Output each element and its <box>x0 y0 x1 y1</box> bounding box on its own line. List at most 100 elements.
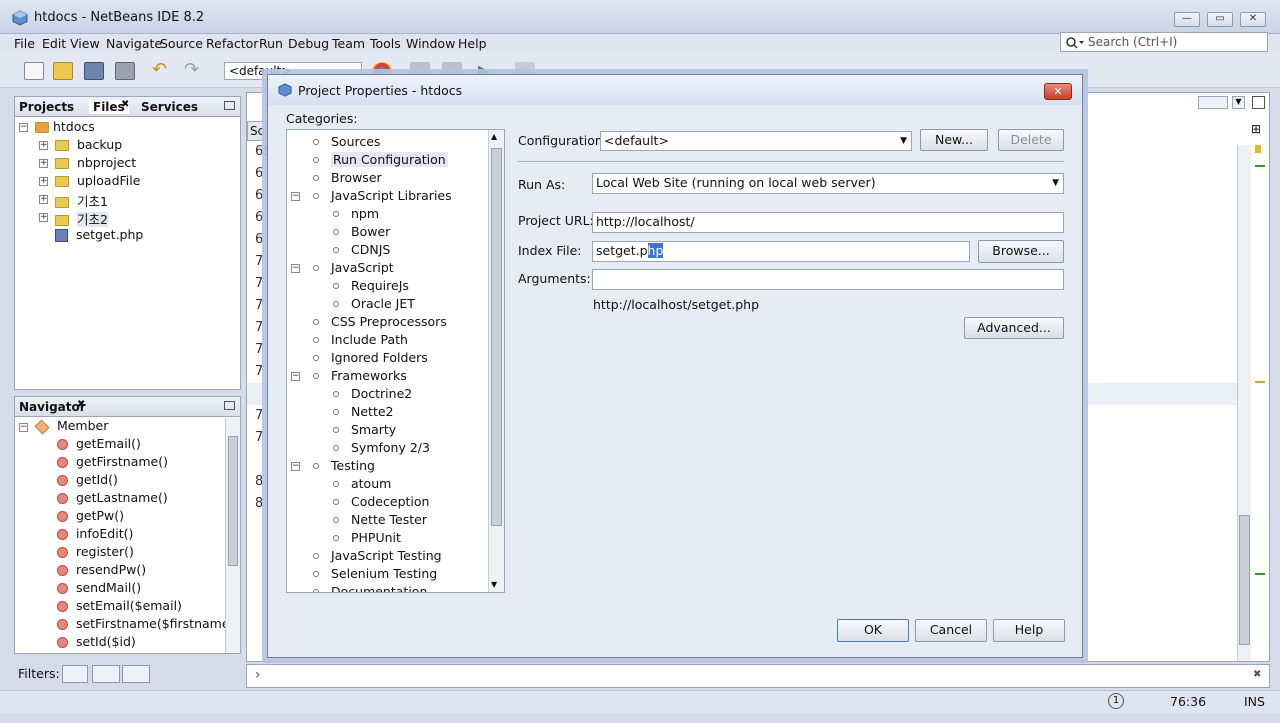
navigator-method[interactable]: sendMail() <box>57 580 141 595</box>
category-item[interactable]: Documentation <box>331 584 427 592</box>
editor-scrollbar[interactable] <box>1237 145 1251 661</box>
expand-output-icon[interactable]: › <box>255 667 261 683</box>
navigator-method[interactable]: getEmail() <box>57 436 141 451</box>
category-item[interactable]: npm <box>351 206 379 221</box>
tree-item-setget[interactable]: setget.php <box>55 227 143 242</box>
expand-icon[interactable]: + <box>39 159 48 168</box>
category-item[interactable]: PHPUnit <box>351 530 401 545</box>
configuration-combo[interactable]: <default> ▼ <box>600 131 912 151</box>
category-item[interactable]: JavaScript <box>331 260 394 275</box>
category-item[interactable]: Nette2 <box>351 404 394 419</box>
menu-source[interactable]: Source <box>160 36 203 51</box>
navigator-method[interactable]: setEmail($email) <box>57 598 182 613</box>
menu-window[interactable]: Window <box>406 36 455 51</box>
category-item[interactable]: CSS Preprocessors <box>331 314 447 329</box>
advanced-button[interactable]: Advanced... <box>964 317 1064 339</box>
navigator-method[interactable]: getLastname() <box>57 490 168 505</box>
category-item[interactable]: Ignored Folders <box>331 350 428 365</box>
expand-icon[interactable]: + <box>39 195 48 204</box>
menu-file[interactable]: File <box>14 36 35 51</box>
scrollbar-thumb[interactable] <box>228 436 238 566</box>
collapse-icon[interactable]: − <box>19 423 28 432</box>
filter-static-icon[interactable] <box>92 665 120 683</box>
category-item[interactable]: Testing <box>331 458 375 473</box>
menu-navigate[interactable]: Navigate <box>106 36 162 51</box>
menu-run[interactable]: Run <box>259 36 283 51</box>
category-item[interactable]: JavaScript Libraries <box>331 188 452 203</box>
categories-tree[interactable]: Sources Run Configuration Browser JavaScrip… <box>286 129 505 593</box>
category-item[interactable]: Doctrine2 <box>351 386 412 401</box>
tree-item-backup[interactable]: backup <box>55 137 122 152</box>
tree-item-basics1[interactable]: 기초1 <box>55 191 108 210</box>
tab-list-icon[interactable]: ▼ <box>1232 96 1245 109</box>
navigator-method[interactable]: getId() <box>57 472 118 487</box>
collapse-icon[interactable]: − <box>291 372 300 381</box>
expand-icon[interactable]: + <box>39 141 48 150</box>
navigator-scrollbar[interactable] <box>225 418 240 652</box>
navigator-method[interactable]: resendPw() <box>57 562 146 577</box>
search-input[interactable]: Search (Ctrl+I) <box>1060 32 1268 52</box>
undo-icon[interactable]: ↶ <box>152 61 172 80</box>
run-as-combo[interactable]: Local Web Site (running on local web ser… <box>592 173 1064 194</box>
expand-icon[interactable]: + <box>39 213 48 222</box>
filter-nonpublic-icon[interactable] <box>122 665 150 683</box>
new-file-icon[interactable] <box>24 62 44 80</box>
category-item[interactable]: CDNJS <box>351 242 390 257</box>
maximize-button[interactable]: ▭ <box>1207 12 1233 27</box>
navigator-method[interactable]: register() <box>57 544 134 559</box>
scroll-down-icon[interactable]: ▼ <box>491 580 497 589</box>
menu-refactor[interactable]: Refactor <box>206 36 258 51</box>
notifications-icon[interactable]: 1 <box>1108 693 1124 709</box>
delete-config-button[interactable]: Delete <box>998 129 1064 151</box>
minimize-panel-icon[interactable] <box>224 401 235 410</box>
navigator-method[interactable]: getPw() <box>57 508 124 523</box>
browse-button[interactable]: Browse... <box>978 240 1064 263</box>
category-item[interactable]: Include Path <box>331 332 408 347</box>
filter-fields-icon[interactable] <box>62 665 88 683</box>
close-tab-icon[interactable]: ✖ <box>121 99 129 110</box>
menu-view[interactable]: View <box>70 36 100 51</box>
dialog-close-button[interactable]: ✕ <box>1044 83 1072 100</box>
category-item[interactable]: Oracle JET <box>351 296 415 311</box>
index-file-input[interactable]: setget.php <box>592 241 970 262</box>
minimize-panel-icon[interactable] <box>224 101 235 110</box>
navigator-method[interactable]: setFirstname($firstname) <box>57 616 234 631</box>
category-item[interactable]: Codeception <box>351 494 429 509</box>
menu-edit[interactable]: Edit <box>42 36 66 51</box>
category-item[interactable]: Symfony 2/3 <box>351 440 430 455</box>
category-item[interactable]: Sources <box>331 134 380 149</box>
open-project-icon[interactable] <box>84 62 104 80</box>
minimize-button[interactable]: — <box>1174 12 1200 27</box>
tree-root-htdocs[interactable]: htdocs <box>35 119 95 134</box>
split-editor-icon[interactable]: ⊞ <box>1251 122 1261 136</box>
category-item[interactable]: Nette Tester <box>351 512 427 527</box>
tab-navigator[interactable]: Navigator <box>19 400 86 414</box>
category-item[interactable]: RequireJs <box>351 278 409 293</box>
collapse-icon[interactable]: − <box>19 123 28 132</box>
collapse-icon[interactable]: − <box>291 192 300 201</box>
project-url-input[interactable]: http://localhost/ <box>592 212 1064 233</box>
menu-tools[interactable]: Tools <box>370 36 401 51</box>
collapse-icon[interactable]: − <box>291 264 300 273</box>
category-item[interactable]: Run Configuration <box>331 152 448 167</box>
editor-tab[interactable]: Sc <box>247 121 269 141</box>
close-window-button[interactable]: ✕ <box>1240 12 1266 27</box>
categories-scrollbar[interactable]: ▲ ▼ <box>488 130 504 592</box>
save-all-icon[interactable] <box>115 62 135 80</box>
cancel-button[interactable]: Cancel <box>915 619 987 642</box>
category-item[interactable]: Selenium Testing <box>331 566 437 581</box>
tree-item-uploadfile[interactable]: uploadFile <box>55 173 140 188</box>
new-project-icon[interactable] <box>53 62 73 80</box>
navigator-method[interactable]: getFirstname() <box>57 454 168 469</box>
tab-services[interactable]: Services <box>141 100 198 114</box>
scrollbar-thumb[interactable] <box>1239 515 1250 645</box>
maximize-editor-icon[interactable] <box>1252 96 1265 109</box>
category-item[interactable]: Browser <box>331 170 382 185</box>
navigator-method[interactable]: setId($id) <box>57 634 136 649</box>
menu-debug[interactable]: Debug <box>288 36 329 51</box>
menu-team[interactable]: Team <box>332 36 365 51</box>
new-config-button[interactable]: New... <box>920 129 988 151</box>
category-item[interactable]: atoum <box>351 476 391 491</box>
tab-projects[interactable]: Projects <box>19 100 74 114</box>
scroll-up-icon[interactable]: ▲ <box>491 132 497 141</box>
